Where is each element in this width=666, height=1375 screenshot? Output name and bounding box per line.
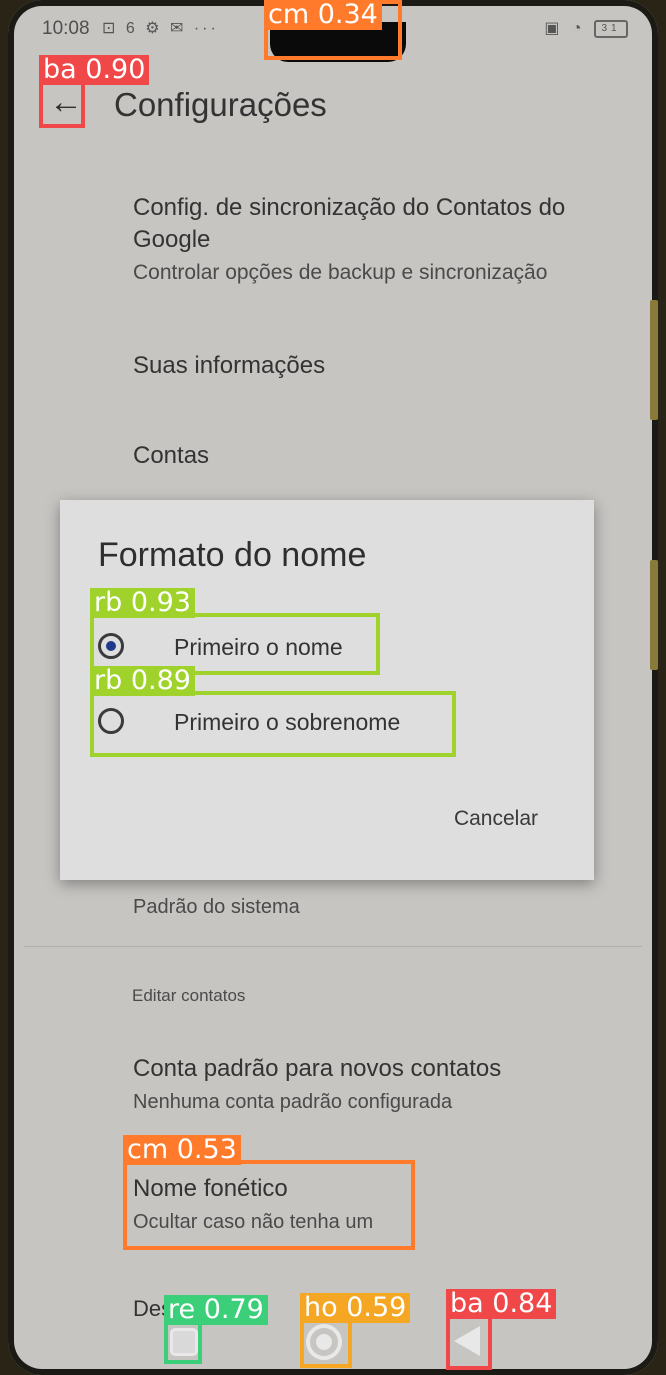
your-info-setting[interactable]: Suas informações — [133, 350, 633, 382]
detection-label: ba 0.84 — [446, 1289, 557, 1319]
signal-wifi-icons: ▣ ◔ — [544, 20, 586, 37]
detection-label: cm 0.53 — [123, 1135, 241, 1165]
setting-value: Padrão do sistema — [133, 896, 300, 918]
detection-label: rb 0.89 — [90, 666, 195, 696]
detection-box — [90, 691, 456, 757]
detection-label: re 0.79 — [164, 1295, 268, 1325]
system-icons: ▣ ◔ 31 — [544, 18, 628, 38]
google-sync-setting[interactable]: Config. de sincronização do Contatos do … — [133, 192, 633, 288]
setting-title: Config. de sincronização do Contatos do … — [133, 194, 566, 253]
divider — [24, 946, 642, 947]
setting-title: Suas informações — [133, 352, 326, 379]
detection-box — [300, 1318, 352, 1368]
setting-subtitle: Controlar opções de backup e sincronizaç… — [133, 261, 548, 284]
section-header-edit-contacts: Editar contatos — [132, 986, 246, 1005]
status-time: 10:08 — [42, 18, 90, 39]
volume-button — [650, 300, 658, 420]
dialog-title: Formato do nome — [98, 536, 367, 574]
page-title: Configurações — [114, 86, 327, 123]
setting-title: Conta padrão para novos contatos — [133, 1055, 502, 1082]
cancel-button[interactable]: Cancelar — [454, 807, 538, 831]
accounts-setting[interactable]: Contas — [133, 440, 633, 472]
setting-subtitle: Nenhuma conta padrão configurada — [133, 1091, 453, 1113]
default-account-setting[interactable]: Conta padrão para novos contatos Nenhuma… — [133, 1053, 633, 1117]
system-default-setting[interactable]: Padrão do sistema — [133, 890, 633, 922]
detection-box — [446, 1314, 492, 1370]
battery-icon: 31 — [594, 19, 628, 38]
detection-label: ba 0.90 — [39, 55, 150, 85]
notification-icons: ⊡ 6 ⚙ ✉ ··· — [102, 20, 219, 37]
detection-box — [164, 1320, 202, 1364]
detection-box — [39, 80, 85, 128]
detection-label: ho 0.59 — [300, 1293, 411, 1323]
power-button — [650, 560, 658, 670]
setting-title: Contas — [133, 442, 210, 469]
detection-label: rb 0.93 — [90, 588, 195, 618]
detection-label: cm 0.34 — [264, 0, 382, 30]
detection-box — [123, 1160, 415, 1250]
